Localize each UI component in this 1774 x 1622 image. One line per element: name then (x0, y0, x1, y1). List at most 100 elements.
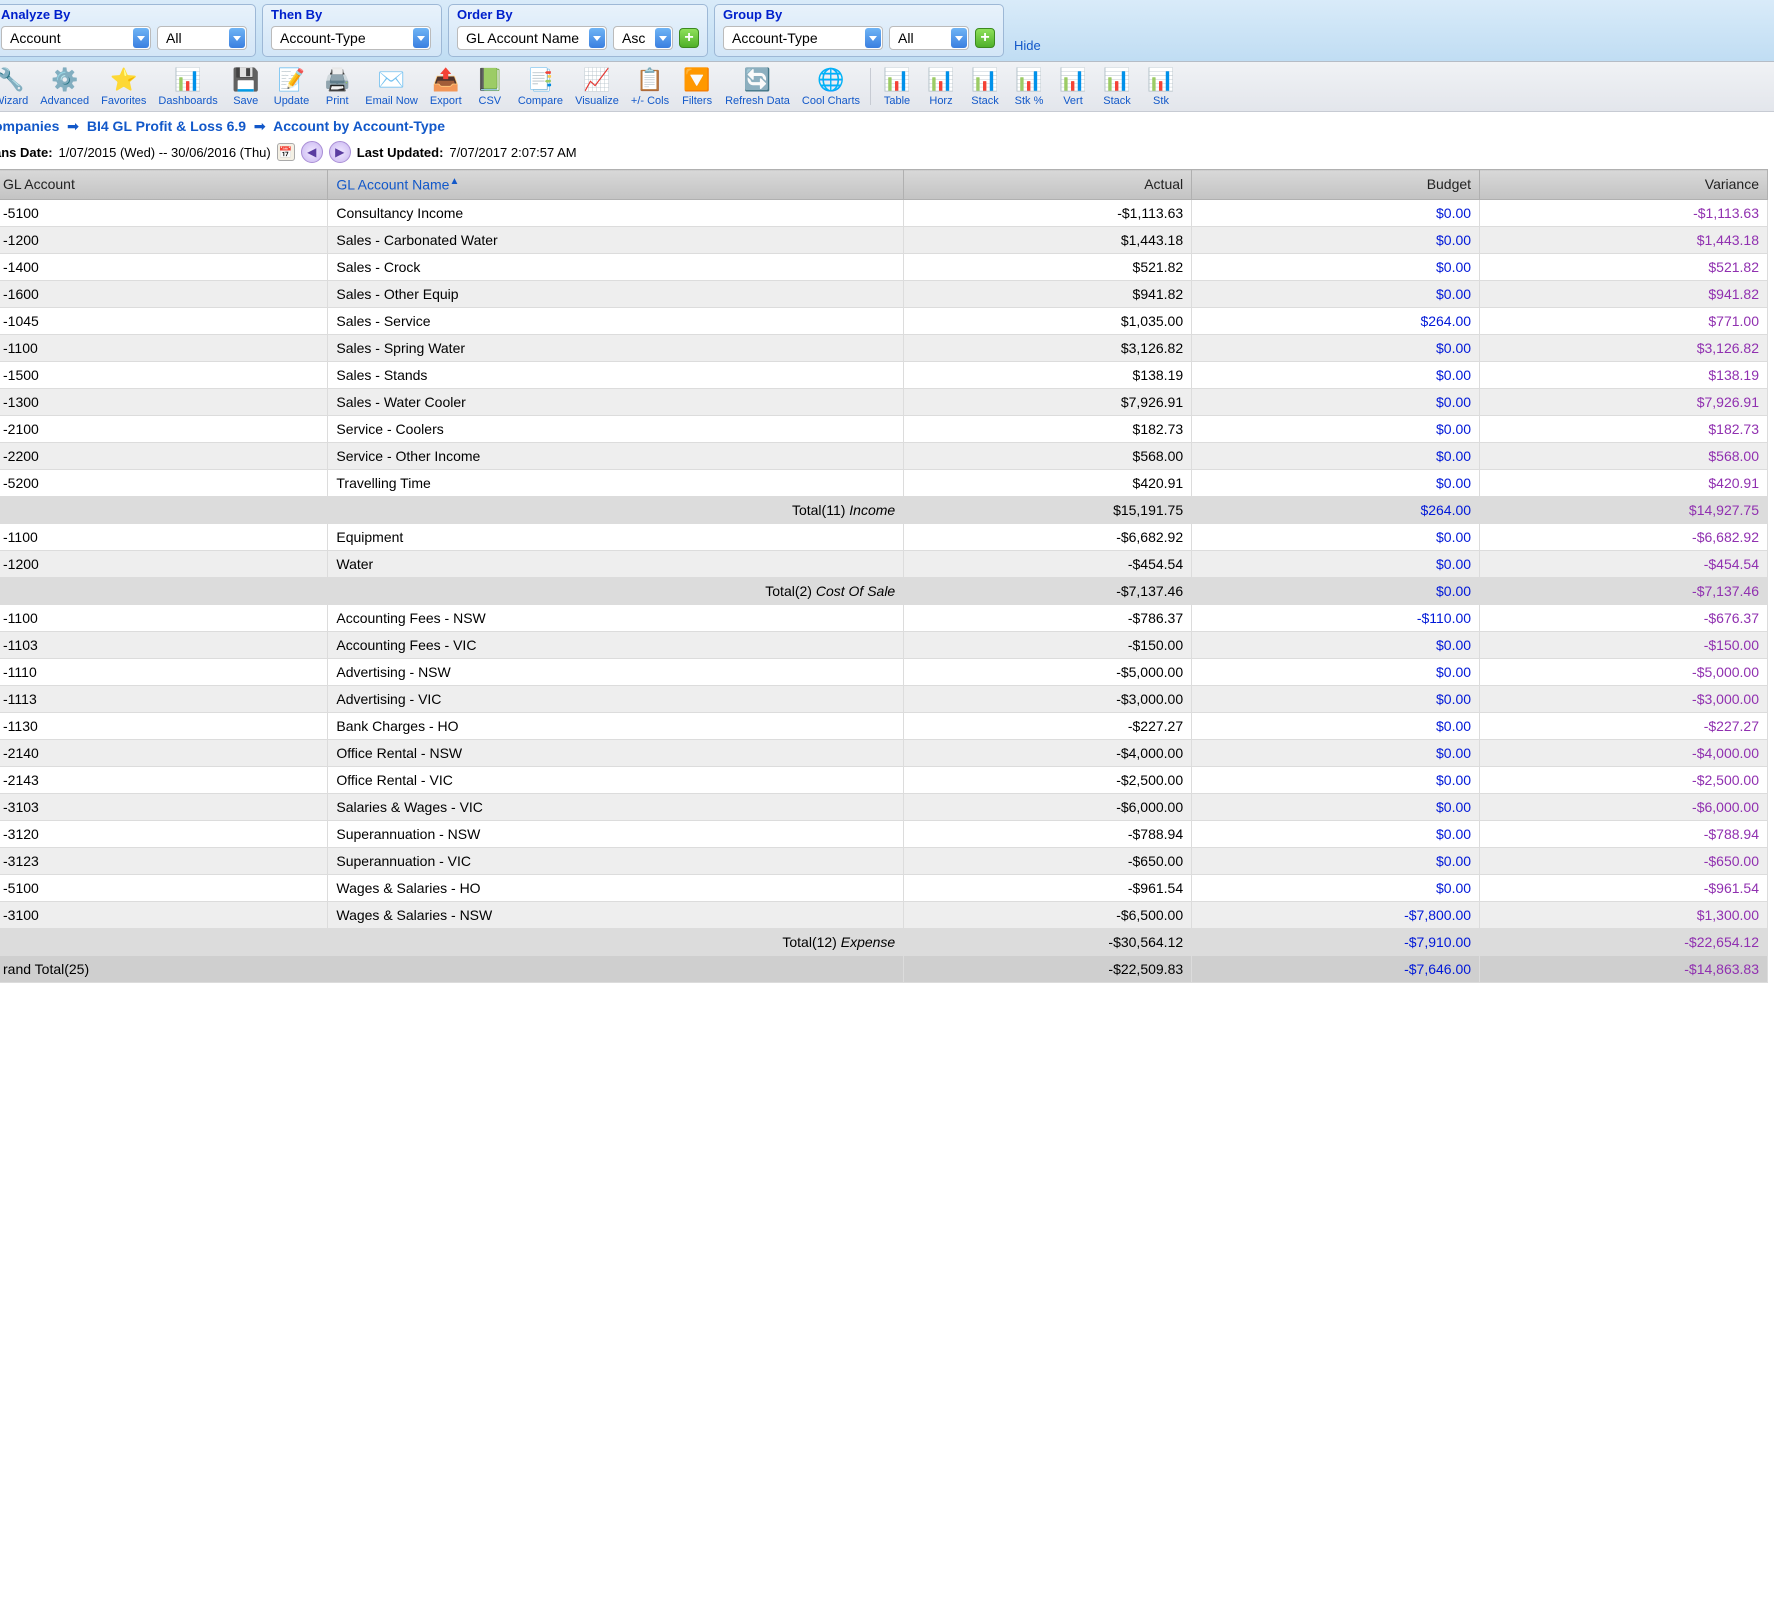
toolbar-label: Visualize (575, 95, 619, 107)
table-row[interactable]: -1200Water-$454.54$0.00-$454.54 (0, 550, 1768, 577)
prev-period-button[interactable]: ◀ (301, 141, 323, 163)
order-by-select[interactable]: GL Account Name (457, 26, 607, 50)
toolbar-horz-button[interactable]: 📊Horz (919, 64, 963, 109)
next-period-button[interactable]: ▶ (329, 141, 351, 163)
cell-variance: $568.00 (1480, 442, 1768, 469)
col-budget[interactable]: Budget (1192, 170, 1480, 200)
toolbar-stack-button[interactable]: 📊Stack (963, 64, 1007, 109)
table-row[interactable]: -1110Advertising - NSW-$5,000.00$0.00-$5… (0, 658, 1768, 685)
toolbar-label: Stk (1153, 95, 1169, 107)
cell-variance: -$676.37 (1480, 604, 1768, 631)
cell-name: Sales - Other Equip (328, 280, 904, 307)
subtotal-actual: -$7,137.46 (904, 577, 1192, 604)
table-row[interactable]: -5100Wages & Salaries - HO-$961.54$0.00-… (0, 874, 1768, 901)
cell-code: -5200 (0, 469, 328, 496)
toolbar-csv-button[interactable]: 📗CSV (468, 64, 512, 109)
cell-variance: $521.82 (1480, 253, 1768, 280)
cell-variance: $771.00 (1480, 307, 1768, 334)
table-row[interactable]: -1500Sales - Stands$138.19$0.00$138.19 (0, 361, 1768, 388)
cell-code: -3103 (0, 793, 328, 820)
group-by-select[interactable]: Account-Type (723, 26, 883, 50)
table-row[interactable]: -3100Wages & Salaries - NSW-$6,500.00-$7… (0, 901, 1768, 928)
subtotal-variance: -$7,137.46 (1480, 577, 1768, 604)
toolbar-favorites-button[interactable]: ⭐Favorites (95, 64, 152, 109)
table-row[interactable]: -2143Office Rental - VIC-$2,500.00$0.00-… (0, 766, 1768, 793)
subtotal-label: Total(2) Cost Of Sale (0, 577, 904, 604)
table-row[interactable]: -2100Service - Coolers$182.73$0.00$182.7… (0, 415, 1768, 442)
toolbar-stk-button[interactable]: 📊Stk (1139, 64, 1183, 109)
cell-variance: -$6,682.92 (1480, 523, 1768, 550)
toolbar--cols-button[interactable]: 📋+/- Cols (625, 64, 675, 109)
table-row[interactable]: -1103Accounting Fees - VIC-$150.00$0.00-… (0, 631, 1768, 658)
toolbar-filters-button[interactable]: 🔽Filters (675, 64, 719, 109)
table-row[interactable]: -5200Travelling Time$420.91$0.00$420.91 (0, 469, 1768, 496)
toolbar-advanced-button[interactable]: ⚙️Advanced (34, 64, 95, 109)
table-row[interactable]: -3103Salaries & Wages - VIC-$6,000.00$0.… (0, 793, 1768, 820)
table-row[interactable]: -3120Superannuation - NSW-$788.94$0.00-$… (0, 820, 1768, 847)
col-gl-account-name[interactable]: GL Account Name▲ (328, 170, 904, 200)
toolbar-table-button[interactable]: 📊Table (875, 64, 919, 109)
order-by-add-button[interactable]: + (679, 28, 699, 48)
table-row[interactable]: -1100Sales - Spring Water$3,126.82$0.00$… (0, 334, 1768, 361)
toolbar-label: Advanced (40, 95, 89, 107)
cell-name: Superannuation - NSW (328, 820, 904, 847)
group-by-panel: Group By Account-Type All + (714, 4, 1004, 57)
toolbar-compare-button[interactable]: 📑Compare (512, 64, 569, 109)
toolbar-refresh-data-button[interactable]: 🔄Refresh Data (719, 64, 796, 109)
analyze-by-select[interactable]: Account (1, 26, 151, 50)
table-row[interactable]: -1400Sales - Crock$521.82$0.00$521.82 (0, 253, 1768, 280)
table-row[interactable]: -1100Accounting Fees - NSW-$786.37-$110.… (0, 604, 1768, 631)
cell-code: -2100 (0, 415, 328, 442)
order-dir-select[interactable]: Asc (613, 26, 673, 50)
table-row[interactable]: -3123Superannuation - VIC-$650.00$0.00-$… (0, 847, 1768, 874)
cell-name: Advertising - VIC (328, 685, 904, 712)
toolbar-export-button[interactable]: 📤Export (424, 64, 468, 109)
table-row[interactable]: -1300Sales - Water Cooler$7,926.91$0.00$… (0, 388, 1768, 415)
toolbar-label: Wizard (0, 95, 28, 107)
table-row[interactable]: -2200Service - Other Income$568.00$0.00$… (0, 442, 1768, 469)
toolbar-stk--button[interactable]: 📊Stk % (1007, 64, 1051, 109)
cell-budget: -$7,800.00 (1192, 901, 1480, 928)
cell-actual: -$6,500.00 (904, 901, 1192, 928)
sort-asc-icon: ▲ (449, 176, 459, 187)
toolbar-label: Update (274, 95, 309, 107)
meta-bar: ans Date: 1/07/2015 (Wed) -- 30/06/2016 … (0, 139, 1774, 169)
breadcrumb-item[interactable]: BI4 GL Profit & Loss 6.9 (87, 118, 246, 134)
table-row[interactable]: -1113Advertising - VIC-$3,000.00$0.00-$3… (0, 685, 1768, 712)
toolbar-update-button[interactable]: 📝Update (268, 64, 315, 109)
table-row[interactable]: -5100Consultancy Income-$1,113.63$0.00-$… (0, 199, 1768, 226)
calendar-icon[interactable]: 📅 (277, 143, 295, 161)
toolbar-visualize-button[interactable]: 📈Visualize (569, 64, 625, 109)
table-row[interactable]: -1200Sales - Carbonated Water$1,443.18$0… (0, 226, 1768, 253)
col-actual[interactable]: Actual (904, 170, 1192, 200)
toolbar-cool-charts-button[interactable]: 🌐Cool Charts (796, 64, 866, 109)
table-row[interactable]: -1600Sales - Other Equip$941.82$0.00$941… (0, 280, 1768, 307)
group-by-scope-select[interactable]: All (889, 26, 969, 50)
toolbar-email-now-button[interactable]: ✉️Email Now (359, 64, 424, 109)
cell-budget: $0.00 (1192, 631, 1480, 658)
cell-name: Equipment (328, 523, 904, 550)
toolbar-label: Print (326, 95, 349, 107)
table-row[interactable]: -2140Office Rental - NSW-$4,000.00$0.00-… (0, 739, 1768, 766)
cell-budget: $0.00 (1192, 766, 1480, 793)
toolbar-vert-button[interactable]: 📊Vert (1051, 64, 1095, 109)
group-by-add-button[interactable]: + (975, 28, 995, 48)
analyze-by-scope-select[interactable]: All (157, 26, 247, 50)
col-variance[interactable]: Variance (1480, 170, 1768, 200)
cell-budget: $0.00 (1192, 820, 1480, 847)
table-row[interactable]: -1045Sales - Service$1,035.00$264.00$771… (0, 307, 1768, 334)
toolbar-save-button[interactable]: 💾Save (224, 64, 268, 109)
group-by-label: Group By (723, 7, 995, 22)
toolbar-dashboards-button[interactable]: 📊Dashboards (152, 64, 223, 109)
toolbar-wizard-button[interactable]: 🔧Wizard (0, 64, 34, 109)
cell-code: -1600 (0, 280, 328, 307)
table-row[interactable]: -1130Bank Charges - HO-$227.27$0.00-$227… (0, 712, 1768, 739)
breadcrumb-item[interactable]: ompanies (0, 118, 59, 134)
breadcrumb-item[interactable]: Account by Account-Type (273, 118, 445, 134)
col-gl-account[interactable]: GL Account (0, 170, 328, 200)
then-by-select[interactable]: Account-Type (271, 26, 431, 50)
toolbar-stack-button[interactable]: 📊Stack (1095, 64, 1139, 109)
hide-filters-link[interactable]: Hide (1010, 38, 1047, 57)
table-row[interactable]: -1100Equipment-$6,682.92$0.00-$6,682.92 (0, 523, 1768, 550)
toolbar-print-button[interactable]: 🖨️Print (315, 64, 359, 109)
